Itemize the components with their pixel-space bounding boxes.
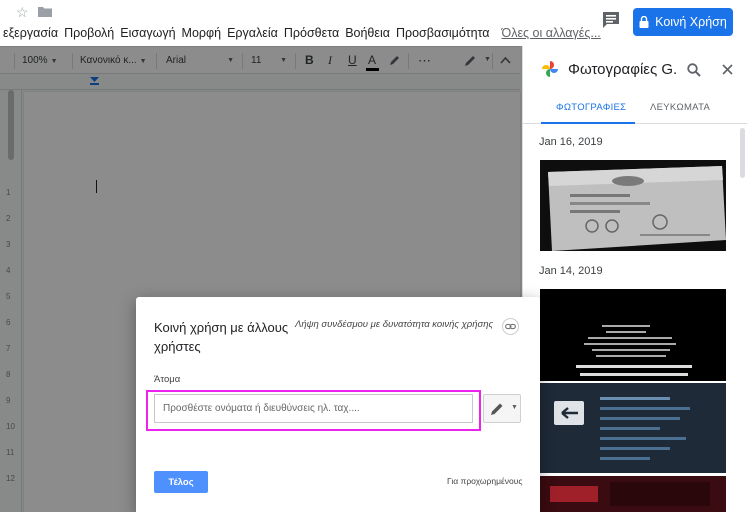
photo-thumbnail[interactable]	[540, 289, 726, 381]
photos-sidepanel: Φωτογραφίες G... ΦΩΤΟΓΡΑΦΙΕΣ ΛΕΥΚΩΜΑΤΑ J…	[522, 46, 747, 512]
sidepanel-title: Φωτογραφίες G...	[568, 61, 678, 78]
photo-text-lines	[576, 325, 692, 376]
photo-thumbnail[interactable]	[540, 160, 726, 251]
photo-date-heading: Jan 16, 2019	[539, 136, 603, 148]
people-input[interactable]	[154, 394, 473, 423]
photo-poster	[540, 476, 726, 512]
photo-screen-menu	[540, 383, 726, 473]
share-button[interactable]: Κοινή Χρήση	[633, 8, 733, 36]
comment-icon[interactable]	[601, 11, 621, 29]
menu-view[interactable]: Προβολή	[61, 23, 117, 43]
tab-albums[interactable]: ΛΕΥΚΩΜΑΤΑ	[650, 102, 710, 113]
menu-accessibility[interactable]: Προσβασιμότητα	[393, 23, 493, 43]
permission-dropdown[interactable]: ▼	[483, 394, 521, 423]
active-tab-indicator	[541, 122, 635, 124]
lock-icon	[639, 16, 649, 28]
last-edit-link[interactable]: Όλες οι αλλαγές...	[499, 23, 604, 43]
menu-edit[interactable]: εξεργασία	[0, 23, 61, 43]
menu-bar: εξεργασία Προβολή Εισαγωγή Μορφή Εργαλεί…	[0, 23, 604, 43]
menu-format[interactable]: Μορφή	[179, 23, 225, 43]
close-icon[interactable]	[722, 64, 733, 75]
search-icon[interactable]	[687, 63, 701, 77]
star-icon[interactable]: ☆	[16, 4, 29, 21]
menu-addons[interactable]: Πρόσθετα	[281, 23, 342, 43]
share-button-label: Κοινή Χρήση	[655, 15, 727, 29]
menu-insert[interactable]: Εισαγωγή	[117, 23, 178, 43]
photo-date-heading: Jan 14, 2019	[539, 265, 603, 277]
menu-help[interactable]: Βοήθεια	[342, 23, 393, 43]
tab-photos[interactable]: ΦΩΤΟΓΡΑΦΙΕΣ	[556, 102, 626, 113]
pencil-icon	[491, 403, 503, 415]
people-label: Άτομα	[154, 374, 181, 385]
sidepanel-tabs: ΦΩΤΟΓΡΑΦΙΕΣ ΛΕΥΚΩΜΑΤΑ	[523, 94, 747, 124]
top-bar: ☆ εξεργασία Προβολή Εισαγωγή Μορφή Εργαλ…	[0, 0, 747, 46]
chevron-down-icon: ▼	[511, 404, 518, 411]
share-dialog: Κοινή χρήση με άλλους χρήστες Λήψη συνδέ…	[136, 297, 540, 512]
done-button[interactable]: Τέλος	[154, 471, 208, 493]
link-icon[interactable]	[502, 318, 519, 335]
advanced-link[interactable]: Για προχωρημένους	[447, 476, 523, 486]
photo-label-sticker	[548, 166, 726, 251]
sidepanel-header: Φωτογραφίες G...	[523, 46, 747, 94]
dialog-title: Κοινή χρήση με άλλους χρήστες	[154, 320, 289, 354]
photo-thumbnail[interactable]	[540, 383, 726, 473]
menu-tools[interactable]: Εργαλεία	[224, 23, 281, 43]
photo-thumbnail[interactable]	[540, 476, 726, 512]
get-shareable-link[interactable]: Λήψη συνδέσμου με δυνατότητα κοινής χρήσ…	[295, 319, 493, 330]
google-photos-icon	[542, 61, 558, 77]
folder-icon[interactable]	[38, 6, 52, 17]
sidepanel-scrollbar[interactable]	[740, 128, 745, 178]
